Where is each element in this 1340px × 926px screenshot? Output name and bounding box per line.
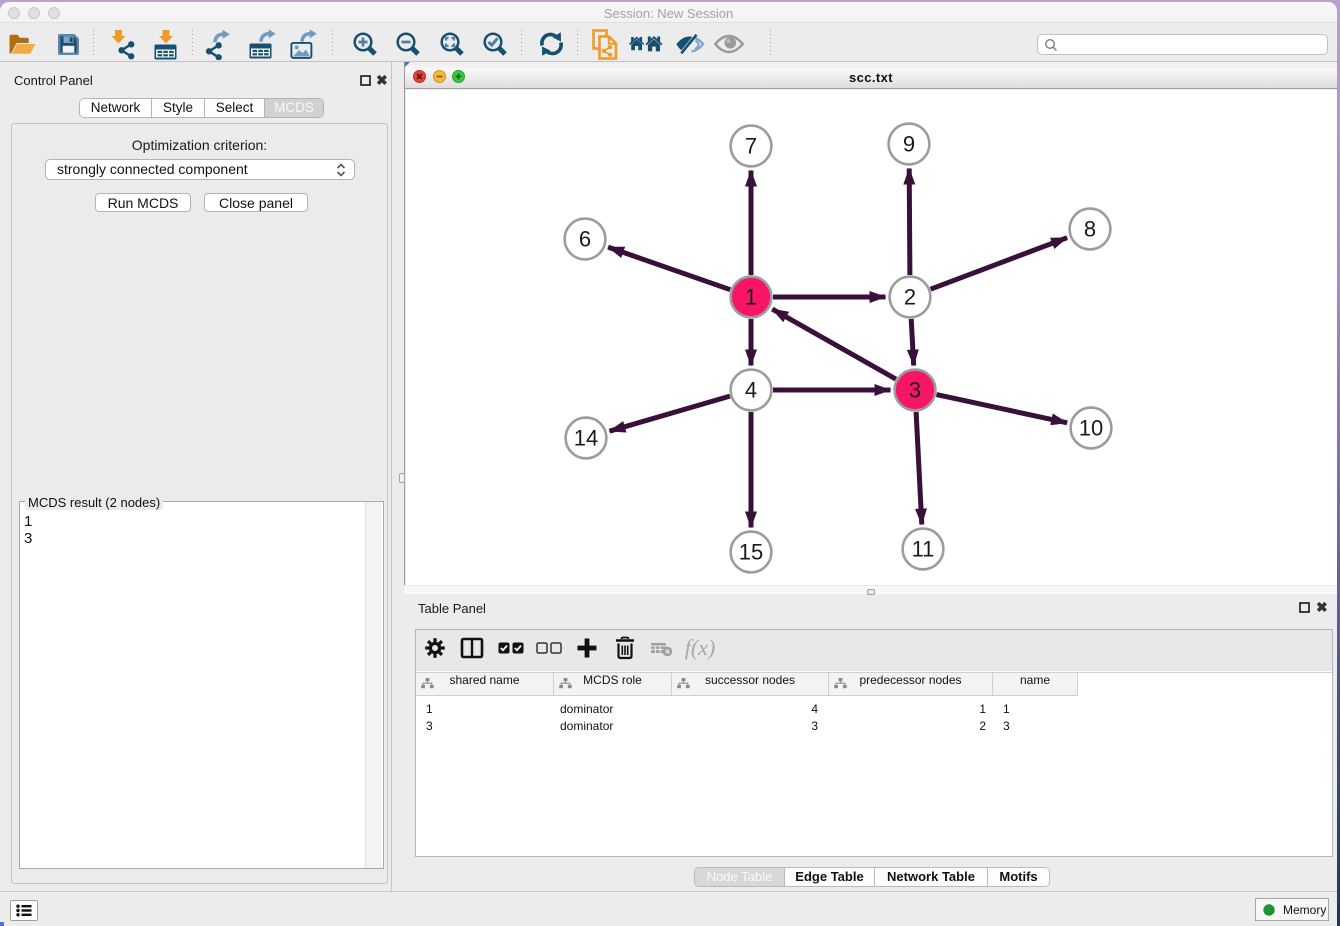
svg-text:6: 6 bbox=[579, 227, 591, 252]
svg-text:4: 4 bbox=[745, 378, 757, 403]
svg-text:7: 7 bbox=[745, 134, 757, 159]
svg-text:15: 15 bbox=[739, 540, 763, 565]
svg-text:9: 9 bbox=[903, 132, 915, 157]
svg-text:1: 1 bbox=[745, 285, 757, 310]
svg-text:8: 8 bbox=[1084, 217, 1096, 242]
svg-text:11: 11 bbox=[912, 537, 935, 562]
svg-text:2: 2 bbox=[904, 285, 916, 310]
svg-text:10: 10 bbox=[1079, 416, 1103, 441]
svg-text:14: 14 bbox=[574, 426, 598, 451]
svg-text:3: 3 bbox=[909, 378, 921, 403]
